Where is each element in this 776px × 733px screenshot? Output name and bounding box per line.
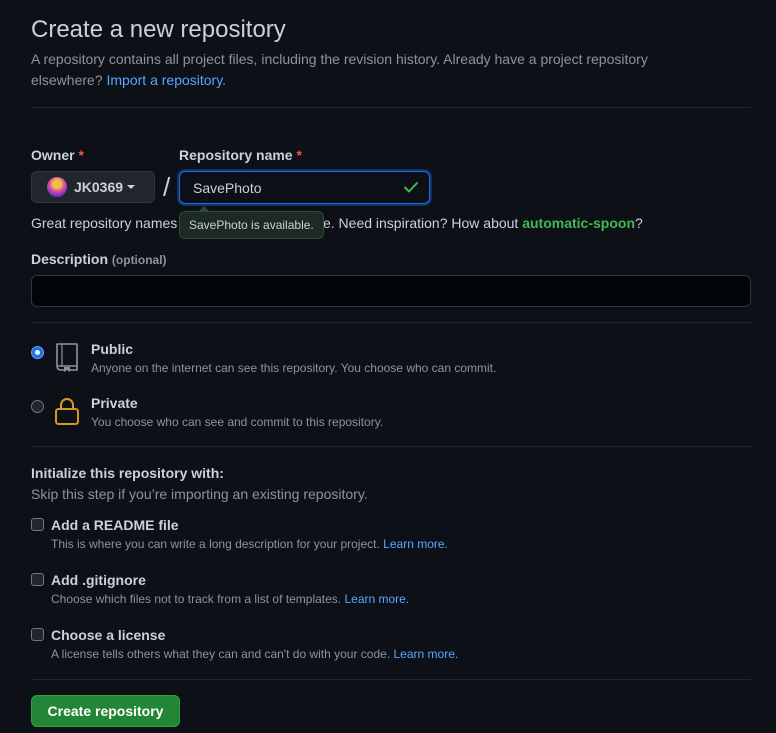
availability-tooltip: SavePhoto is available. <box>179 206 324 239</box>
add-readme-title: Add a README file <box>51 517 179 533</box>
required-mark: * <box>78 147 84 163</box>
gitignore-learn-more-link[interactable]: Learn more. <box>344 592 409 606</box>
add-readme-desc: This is where you can write a long descr… <box>51 537 448 551</box>
lock-icon <box>55 398 79 425</box>
divider <box>31 446 751 447</box>
suggested-name[interactable]: automatic-spoon <box>522 215 635 231</box>
repository-name-input[interactable] <box>179 171 430 204</box>
owner-dropdown-button[interactable]: JK0369 <box>31 171 155 203</box>
add-gitignore-desc: Choose which files not to track from a l… <box>51 592 410 606</box>
private-option-desc: You choose who can see and commit to thi… <box>91 415 384 429</box>
visibility-public-radio[interactable] <box>31 346 44 359</box>
repo-icon <box>56 343 78 372</box>
repo-name-label: Repository name * <box>179 147 302 163</box>
choose-license-checkbox[interactable] <box>31 628 44 641</box>
description-input[interactable] <box>31 275 751 307</box>
divider <box>31 322 751 323</box>
create-repository-button[interactable]: Create repository <box>31 695 180 727</box>
owner-repo-separator: / <box>163 172 171 202</box>
optional-note: (optional) <box>111 253 167 267</box>
owner-name: JK0369 <box>74 179 124 195</box>
divider <box>31 107 751 108</box>
initialize-section-title: Initialize this repository with: <box>31 465 224 481</box>
divider <box>31 679 751 680</box>
page-title: Create a new repository <box>31 16 286 43</box>
avatar <box>47 177 67 197</box>
owner-label: Owner * <box>31 147 84 163</box>
description-label: Description (optional) <box>31 251 167 267</box>
choose-license-title: Choose a license <box>51 627 166 643</box>
add-gitignore-title: Add .gitignore <box>51 572 146 588</box>
readme-learn-more-link[interactable]: Learn more. <box>383 537 448 551</box>
private-option-title: Private <box>91 395 138 411</box>
required-mark: * <box>296 147 302 163</box>
caret-down-icon <box>127 185 136 189</box>
add-readme-checkbox[interactable] <box>31 518 44 531</box>
choose-license-desc: A license tells others what they can and… <box>51 647 459 661</box>
public-option-title: Public <box>91 341 134 357</box>
page-subtitle: A repository contains all project files,… <box>31 51 648 88</box>
public-option-desc: Anyone on the internet can see this repo… <box>91 361 497 375</box>
visibility-private-radio[interactable] <box>31 400 44 413</box>
license-learn-more-link[interactable]: Learn more. <box>394 647 459 661</box>
add-gitignore-checkbox[interactable] <box>31 573 44 586</box>
name-suggestion-hint: Great repository names able. Need inspira… <box>31 215 643 231</box>
check-icon <box>404 182 418 193</box>
initialize-section-subtitle: Skip this step if you’re importing an ex… <box>31 486 368 502</box>
import-repository-link[interactable]: Import a repository. <box>107 72 227 88</box>
